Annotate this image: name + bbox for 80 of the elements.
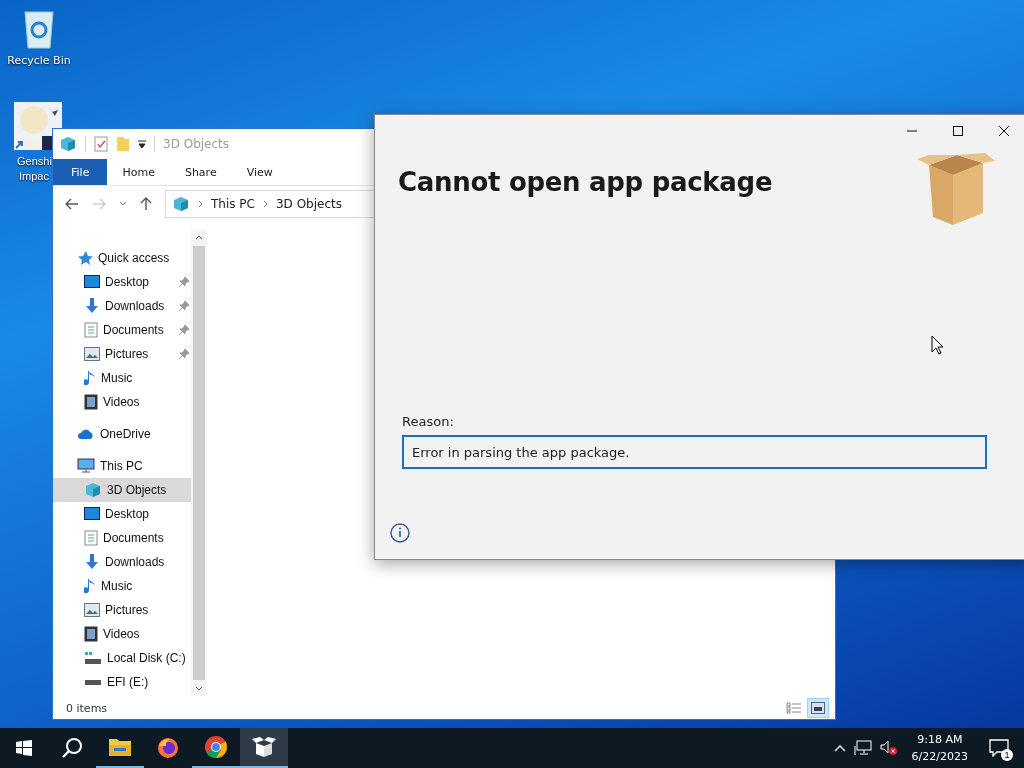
nav-item[interactable]: Videos xyxy=(53,622,191,646)
nav-item[interactable]: Pictures xyxy=(53,342,191,366)
nav-item[interactable]: Desktop xyxy=(53,502,191,526)
nav-item[interactable]: Music xyxy=(53,366,191,390)
speech-bubble-icon xyxy=(989,739,1009,757)
nav-item[interactable]: OneDrive xyxy=(53,422,191,446)
close-icon xyxy=(999,126,1009,136)
cube-icon xyxy=(59,135,77,153)
up-icon[interactable] xyxy=(140,197,152,211)
search-icon xyxy=(61,737,83,759)
firefox-icon xyxy=(156,736,180,760)
chrome-icon xyxy=(204,735,228,759)
installer-button[interactable] xyxy=(240,728,288,768)
desktop-icon-label[interactable]: Impac xyxy=(19,169,49,184)
music-note-icon xyxy=(84,370,96,386)
image-icon xyxy=(84,347,100,361)
nav-item[interactable]: Documents xyxy=(53,526,191,550)
download-icon xyxy=(84,298,100,314)
recent-dropdown-icon[interactable] xyxy=(119,201,127,207)
status-text: 0 items xyxy=(66,701,108,715)
scroll-up-icon[interactable] xyxy=(195,234,203,240)
chevron-up-icon[interactable] xyxy=(833,744,846,752)
nav-item[interactable]: Pictures xyxy=(53,598,191,622)
windows-logo-icon xyxy=(16,740,32,756)
chevron-icon xyxy=(198,200,203,208)
scrollbar[interactable] xyxy=(191,230,207,696)
network-icon[interactable] xyxy=(853,740,872,756)
large-icons-view-button[interactable] xyxy=(807,698,829,718)
nav-item[interactable]: Downloads xyxy=(53,550,191,574)
folder-icon xyxy=(108,737,132,757)
desktop-icon xyxy=(84,507,100,521)
clock[interactable]: 9:18 AM 6/22/2023 xyxy=(905,731,974,765)
nav-item[interactable]: This PC xyxy=(53,454,191,478)
computer-icon xyxy=(77,458,95,474)
ribbon-tab[interactable]: Home xyxy=(107,159,170,185)
back-icon[interactable] xyxy=(65,198,79,210)
nav-item[interactable]: Documents xyxy=(53,318,191,342)
download-icon xyxy=(84,554,100,570)
cube-icon xyxy=(172,195,190,213)
ribbon-tab[interactable]: Share xyxy=(169,159,232,185)
film-icon xyxy=(84,626,98,642)
mouse-cursor-icon xyxy=(931,335,944,355)
chevron-icon xyxy=(262,200,268,208)
ribbon-tab[interactable]: File xyxy=(53,159,108,185)
desktop-icon-label[interactable]: Recycle Bin xyxy=(7,54,71,68)
cube-icon xyxy=(84,481,102,499)
film-icon xyxy=(84,394,98,410)
properties-icon[interactable] xyxy=(94,136,108,152)
breadcrumb-item[interactable]: This PC xyxy=(211,197,255,211)
box-icon xyxy=(252,736,276,758)
scroll-down-icon[interactable] xyxy=(195,686,203,692)
nav-item[interactable]: 3D Objects xyxy=(53,478,191,502)
cloud-icon xyxy=(77,428,95,440)
reason-field[interactable]: Error in parsing the app package. xyxy=(402,435,987,469)
reason-label: Reason: xyxy=(402,414,455,429)
dialog-title: Cannot open app package xyxy=(398,167,773,197)
info-icon[interactable] xyxy=(390,523,410,543)
breadcrumb-item[interactable]: 3D Objects xyxy=(275,197,342,211)
nav-item[interactable]: Music xyxy=(53,574,191,598)
muted-volume-icon[interactable] xyxy=(879,740,898,756)
star-icon xyxy=(77,250,93,266)
nav-item[interactable]: EFI (E:) xyxy=(53,670,191,694)
nav-item[interactable]: Desktop xyxy=(53,270,191,294)
music-note-icon xyxy=(84,578,96,594)
ribbon-tab[interactable]: View xyxy=(231,159,288,185)
nav-item[interactable]: Quick access xyxy=(53,246,191,270)
window-title: 3D Objects xyxy=(163,137,230,151)
document-icon xyxy=(84,322,98,338)
desktop-icon xyxy=(84,275,100,289)
drive-icon xyxy=(84,678,102,686)
notifications-button[interactable]: 1 xyxy=(982,728,1016,768)
document-icon xyxy=(84,530,98,546)
dropdown-icon[interactable] xyxy=(138,139,146,149)
nav-item[interactable]: Videos xyxy=(53,390,191,414)
nav-item[interactable]: Downloads xyxy=(53,294,191,318)
hard-drive-icon xyxy=(84,651,102,665)
maximize-icon xyxy=(953,126,963,136)
image-icon xyxy=(84,603,100,617)
desktop-icon-label[interactable]: Genshi xyxy=(17,154,52,169)
nav-item[interactable]: Local Disk (C:) xyxy=(53,646,191,670)
